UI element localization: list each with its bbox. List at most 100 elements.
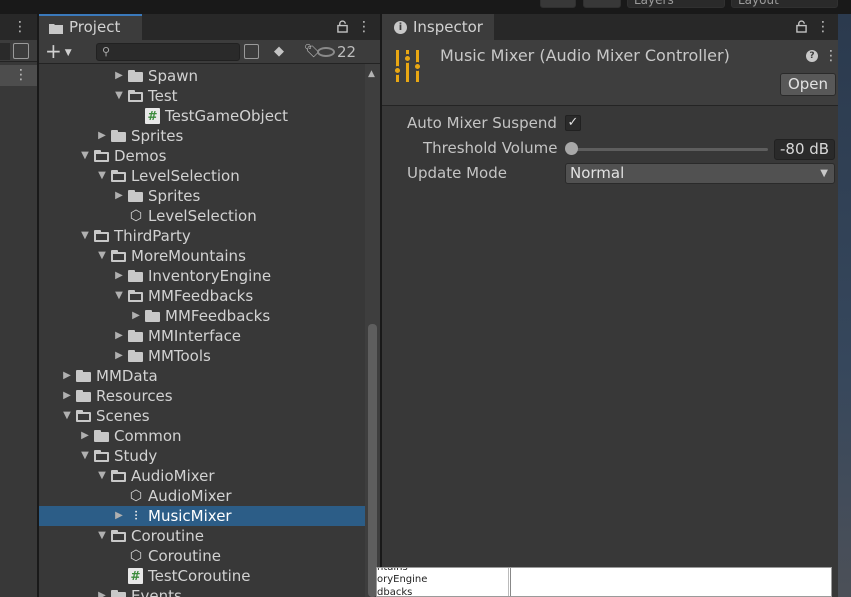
tree-row[interactable]: ▼ Scenes — [39, 406, 365, 426]
expand-arrow-right-icon[interactable]: ▶ — [96, 126, 108, 146]
search-by-scene-icon[interactable] — [244, 44, 259, 59]
tree-row[interactable]: ▼ AudioMixer — [39, 466, 365, 486]
tree-row[interactable]: ▼ ThirdParty — [39, 226, 365, 246]
threshold-volume-field[interactable]: -80 dB — [774, 139, 835, 160]
expand-arrow-down-icon[interactable]: ▼ — [79, 146, 91, 166]
tree-row[interactable]: ▼ MoreMountains — [39, 246, 365, 266]
expand-arrow-right-icon[interactable]: ▶ — [113, 506, 125, 526]
folder-open-icon — [94, 230, 109, 242]
search-field-sliver[interactable] — [0, 43, 10, 60]
expand-arrow-down-icon[interactable]: ▼ — [79, 226, 91, 246]
tree-row[interactable]: ▶ Resources — [39, 386, 365, 406]
layout-dropdown[interactable]: Layout — [731, 0, 838, 8]
folder-icon — [145, 310, 160, 322]
scroll-thumb[interactable] — [368, 324, 377, 597]
threshold-volume-slider[interactable] — [570, 148, 768, 151]
tree-row[interactable]: ▶ MMInterface — [39, 326, 365, 346]
tree-row[interactable]: ▶ Spawn — [39, 66, 365, 86]
kebab-menu-icon[interactable]: ⋮ — [357, 19, 371, 35]
tree-row[interactable]: ▼ LevelSelection — [39, 166, 365, 186]
expand-arrow-right-icon[interactable]: ▶ — [96, 586, 108, 597]
expand-arrow-right-icon[interactable]: ▶ — [113, 66, 125, 86]
expand-arrow-right-icon[interactable]: ▶ — [130, 306, 142, 326]
expand-arrow-right-icon[interactable]: ▶ — [113, 346, 125, 366]
expand-arrow-down-icon[interactable]: ▼ — [61, 406, 73, 426]
tree-row[interactable]: ▼ Test — [39, 86, 365, 106]
auto-mixer-suspend-checkbox[interactable]: ✓ — [565, 115, 581, 131]
scroll-up-arrow-icon[interactable]: ▲ — [368, 69, 375, 79]
folder-open-icon — [94, 150, 109, 162]
kebab-menu-icon[interactable]: ⋮ — [816, 19, 830, 35]
layers-dropdown[interactable]: Layers — [627, 0, 725, 8]
expand-arrow-down-icon[interactable]: ▼ — [113, 286, 125, 306]
expand-arrow-right-icon[interactable]: ▶ — [61, 366, 73, 386]
tab-inspector[interactable]: i Inspector — [382, 14, 494, 40]
search-input[interactable]: ⚲ — [96, 43, 240, 61]
tree-row[interactable]: ⬡ AudioMixer — [39, 486, 365, 506]
tree-row-label: Coroutine — [131, 527, 204, 545]
expand-arrow-right-icon[interactable]: ▶ — [61, 386, 73, 406]
kebab-menu-icon[interactable]: ⋮ — [824, 48, 838, 64]
help-icon[interactable]: ? — [806, 50, 818, 62]
filter-by-type-icon[interactable]: ◆ — [268, 42, 290, 62]
tree-row[interactable]: ▼ Study — [39, 446, 365, 466]
project-scrollbar[interactable]: ▲ — [365, 64, 380, 597]
tree-row-label: Demos — [114, 147, 167, 165]
tree-row[interactable]: ⬡ LevelSelection — [39, 206, 365, 226]
expand-arrow-right-icon[interactable]: ▶ — [113, 326, 125, 346]
folder-icon — [128, 350, 143, 362]
expand-arrow-down-icon[interactable]: ▼ — [113, 86, 125, 106]
folder-icon — [128, 190, 143, 202]
kebab-menu-icon[interactable]: ⋮ — [14, 67, 28, 83]
search-toolbar-button[interactable] — [583, 0, 621, 8]
expand-arrow-down-icon[interactable]: ▼ — [96, 466, 108, 486]
threshold-volume-label: Threshold Volume — [423, 139, 558, 157]
tree-row[interactable]: # TestCoroutine — [39, 566, 365, 586]
tree-row-label: LevelSelection — [131, 167, 240, 185]
expand-arrow-right-icon[interactable]: ▶ — [79, 426, 91, 446]
expand-arrow-down-icon[interactable]: ▼ — [79, 446, 91, 466]
kebab-menu-icon[interactable]: ⋮ — [13, 19, 27, 35]
eye-icon[interactable] — [317, 47, 335, 57]
create-button[interactable]: + ▼ — [45, 41, 81, 62]
tree-row[interactable]: ▶ Common — [39, 426, 365, 446]
tree-row[interactable]: ▶ InventoryEngine — [39, 266, 365, 286]
folder-icon — [76, 370, 91, 382]
project-tree: ▶ Spawn ▼ Test # TestGameObject ▶ Sprites ▼ Demos… — [39, 64, 365, 597]
tree-row[interactable]: ▶ MMFeedbacks — [39, 306, 365, 326]
tree-row[interactable]: ▼ Demos — [39, 146, 365, 166]
tree-row-label: Sprites — [131, 127, 184, 145]
tree-row[interactable]: ▼ MMFeedbacks — [39, 286, 365, 306]
lock-icon[interactable] — [337, 20, 348, 33]
tree-row[interactable]: ▶ MMData — [39, 366, 365, 386]
open-button[interactable]: Open — [780, 73, 836, 96]
cloud-button[interactable] — [540, 0, 576, 8]
folder-icon — [111, 590, 126, 597]
expand-arrow-down-icon[interactable]: ▼ — [96, 246, 108, 266]
tab-project[interactable]: Project — [39, 14, 142, 40]
expand-arrow-right-icon[interactable]: ▶ — [113, 266, 125, 286]
expand-arrow-down-icon[interactable]: ▼ — [96, 166, 108, 186]
expand-arrow-right-icon[interactable]: ▶ — [113, 186, 125, 206]
folder-icon — [128, 330, 143, 342]
tree-row[interactable]: ▶ MMTools — [39, 346, 365, 366]
tree-row[interactable]: # TestGameObject — [39, 106, 365, 126]
tree-row[interactable]: ▶ Sprites — [39, 126, 365, 146]
project-toolbar: + ▼ ⚲ ◆ 🏷 22 — [39, 40, 380, 64]
tree-row-label: Test — [148, 87, 178, 105]
tree-row[interactable]: ▶ Sprites — [39, 186, 365, 206]
tree-row[interactable]: ⬡ Coroutine — [39, 546, 365, 566]
lock-icon[interactable] — [796, 20, 807, 33]
tree-row-label: InventoryEngine — [148, 267, 272, 285]
update-mode-dropdown[interactable]: Normal ▼ — [565, 163, 835, 184]
threshold-volume-slider-thumb[interactable] — [565, 142, 578, 155]
folder-open-icon — [111, 250, 126, 262]
tree-row[interactable]: ▶ ⫶ MusicMixer — [39, 506, 365, 526]
tree-row[interactable]: ▶ Events — [39, 586, 365, 597]
tree-row-label: AudioMixer — [148, 487, 232, 505]
hierarchy-selected-row[interactable]: ⋮ — [0, 65, 37, 86]
maximize-icon[interactable] — [13, 43, 29, 59]
expand-arrow-down-icon[interactable]: ▼ — [96, 526, 108, 546]
tree-row[interactable]: ▼ Coroutine — [39, 526, 365, 546]
threshold-volume-row: Threshold Volume -80 dB — [382, 138, 838, 160]
